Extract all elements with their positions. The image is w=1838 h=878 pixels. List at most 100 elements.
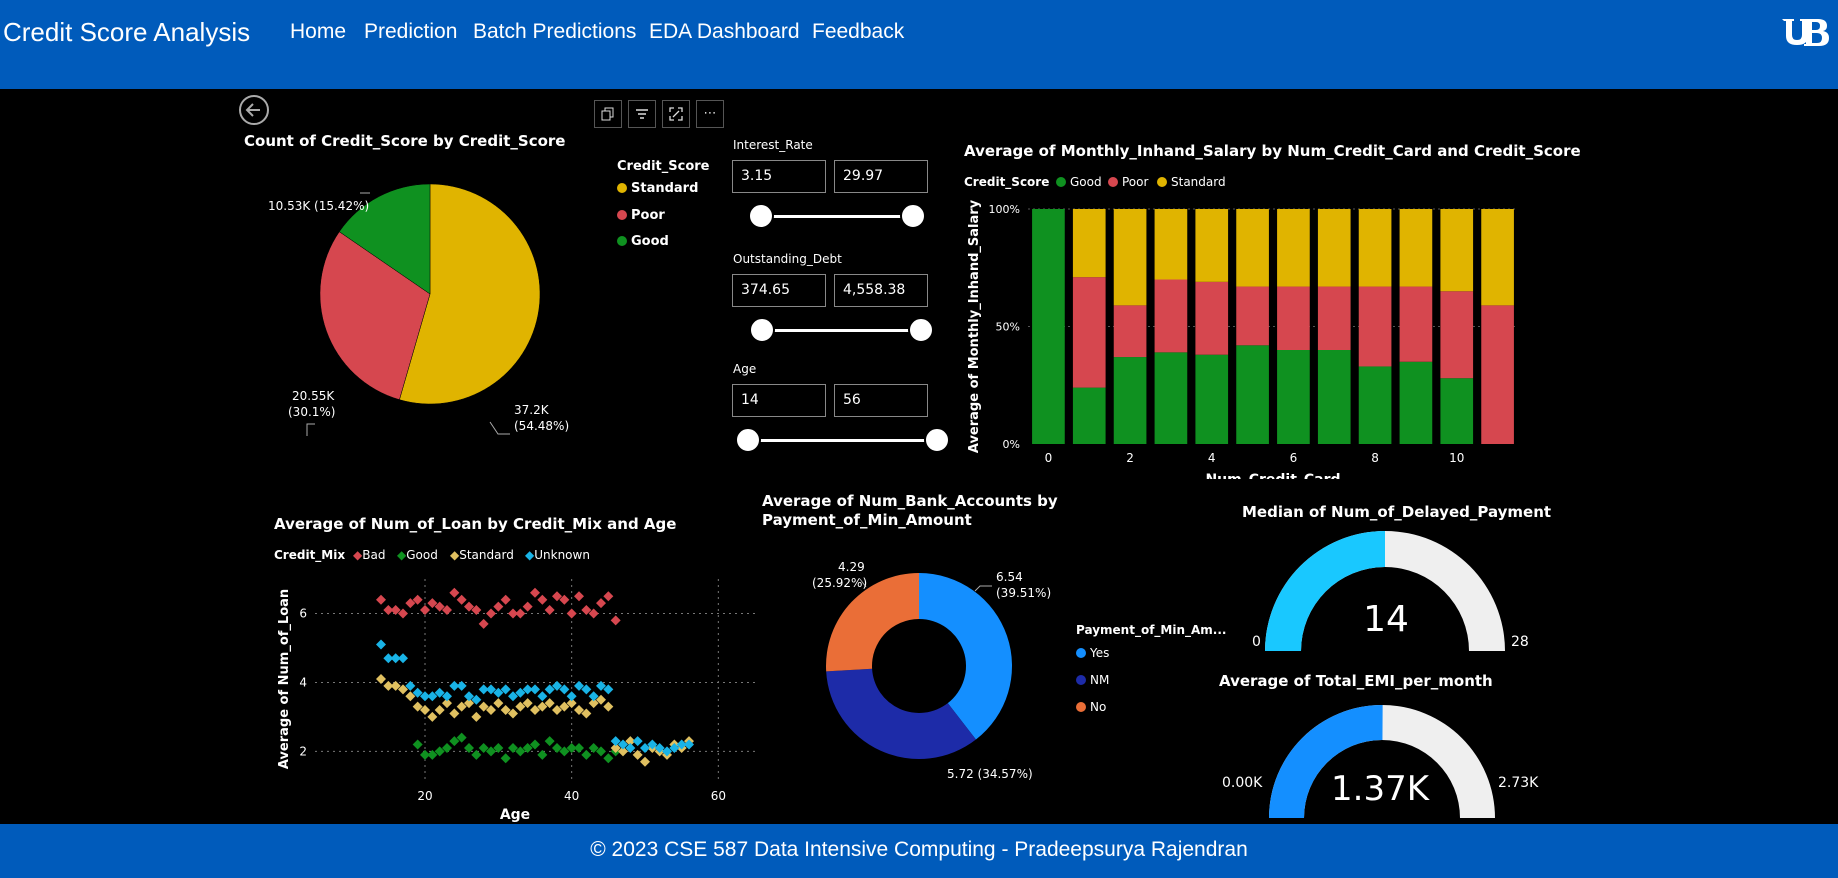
bar-segment-poor[interactable]	[1277, 286, 1310, 350]
bar-segment-standard[interactable]	[1236, 209, 1269, 287]
data-point-bad[interactable]	[420, 605, 430, 616]
data-point-bad[interactable]	[537, 594, 548, 605]
bar-segment-good[interactable]	[1236, 345, 1269, 444]
bar-segment-poor[interactable]	[1440, 291, 1474, 379]
data-point-bad[interactable]	[486, 608, 496, 619]
data-point-unknown[interactable]	[398, 653, 408, 664]
data-point-bad[interactable]	[610, 615, 621, 626]
copy-icon[interactable]	[594, 100, 622, 128]
data-point-good[interactable]	[603, 753, 614, 764]
nav-prediction[interactable]: Prediction	[364, 20, 457, 44]
data-point-standard[interactable]	[493, 698, 504, 709]
data-point-bad[interactable]	[456, 594, 467, 605]
slicer-interest-min-input[interactable]: 3.15	[732, 160, 826, 193]
data-point-standard[interactable]	[449, 708, 460, 719]
bar-segment-good[interactable]	[1358, 366, 1392, 444]
bar-segment-good[interactable]	[1072, 387, 1106, 444]
bar-segment-standard[interactable]	[1072, 209, 1106, 278]
bar-segment-good[interactable]	[1277, 350, 1310, 444]
nav-batch-predictions[interactable]: Batch Predictions	[473, 20, 636, 44]
nav-home[interactable]: Home	[290, 20, 346, 44]
slicer-age-track[interactable]	[748, 439, 938, 442]
data-point-bad[interactable]	[478, 618, 489, 629]
bar-segment-good[interactable]	[1399, 361, 1433, 444]
slicer-age-min-input[interactable]: 14	[732, 384, 826, 417]
data-point-unknown[interactable]	[632, 736, 643, 747]
data-point-bad[interactable]	[376, 594, 386, 605]
ub-logo-icon[interactable]	[1780, 16, 1832, 48]
data-point-standard[interactable]	[640, 756, 650, 767]
donut-legend-yes[interactable]: Yes	[1076, 646, 1109, 660]
data-point-standard[interactable]	[434, 705, 445, 716]
data-point-good[interactable]	[412, 739, 423, 750]
scatter-legend-good[interactable]: ◆Good	[397, 548, 438, 562]
bar-segment-poor[interactable]	[1195, 281, 1229, 355]
bar-segment-poor[interactable]	[1072, 277, 1106, 388]
bar-segment-standard[interactable]	[1317, 209, 1351, 287]
donut-legend-nm[interactable]: NM	[1076, 673, 1109, 687]
data-point-good[interactable]	[574, 742, 584, 753]
bar-segment-standard[interactable]	[1440, 209, 1474, 292]
bar-segment-good[interactable]	[1154, 352, 1188, 444]
more-options-icon[interactable]: ⋯	[696, 100, 724, 128]
bar-segment-poor[interactable]	[1399, 286, 1433, 362]
nav-eda-dashboard[interactable]: EDA Dashboard	[649, 20, 800, 44]
data-point-standard[interactable]	[427, 711, 438, 722]
bar-segment-poor[interactable]	[1317, 286, 1351, 350]
slicer-age-max-input[interactable]: 56	[834, 384, 928, 417]
slicer-interest-max-handle[interactable]	[900, 203, 926, 229]
pie-legend-poor[interactable]: Poor	[617, 208, 665, 223]
bar-segment-standard[interactable]	[1277, 209, 1310, 287]
bar-segment-standard[interactable]	[1358, 209, 1392, 287]
slicer-debt-max-input[interactable]: 4,558.38	[834, 274, 928, 307]
bar-segment-poor[interactable]	[1236, 286, 1269, 346]
bar-segment-poor[interactable]	[1154, 279, 1188, 353]
brand-title[interactable]: Credit Score Analysis	[3, 17, 250, 48]
data-point-bad[interactable]	[515, 608, 526, 619]
donut-legend-no[interactable]: No	[1076, 700, 1106, 714]
data-point-good[interactable]	[500, 753, 511, 764]
data-point-unknown[interactable]	[566, 691, 577, 702]
slicer-age-min-handle[interactable]	[735, 427, 761, 453]
data-point-bad[interactable]	[530, 587, 540, 598]
data-point-unknown[interactable]	[376, 639, 386, 650]
bar-segment-standard[interactable]	[1195, 209, 1229, 282]
pie-legend-standard[interactable]: Standard	[617, 181, 698, 196]
bar-segment-standard[interactable]	[1481, 209, 1514, 306]
bar-segment-good[interactable]	[1195, 354, 1229, 444]
data-point-unknown[interactable]	[530, 684, 540, 695]
slicer-age-max-handle[interactable]	[924, 427, 950, 453]
data-point-bad[interactable]	[596, 598, 606, 609]
bar-segment-poor[interactable]	[1481, 305, 1514, 444]
slicer-interest-max-input[interactable]: 29.97	[834, 160, 928, 193]
data-point-bad[interactable]	[566, 608, 577, 619]
data-point-bad[interactable]	[493, 601, 504, 612]
data-point-good[interactable]	[581, 749, 592, 760]
slicer-debt-min-input[interactable]: 374.65	[732, 274, 826, 307]
data-point-bad[interactable]	[544, 605, 555, 616]
data-point-bad[interactable]	[449, 587, 460, 598]
slicer-interest-track[interactable]	[762, 215, 914, 218]
slicer-interest-min-handle[interactable]	[748, 203, 774, 229]
bar-segment-poor[interactable]	[1113, 305, 1147, 358]
bar-legend-poor[interactable]: Poor	[1108, 175, 1148, 189]
data-point-bad[interactable]	[574, 591, 584, 602]
bar-legend-standard[interactable]: Standard	[1157, 175, 1226, 189]
scatter-legend-bad[interactable]: ◆Bad	[353, 548, 385, 562]
scatter-legend-standard[interactable]: ◆Standard	[450, 548, 514, 562]
data-point-bad[interactable]	[603, 591, 614, 602]
data-point-unknown[interactable]	[537, 691, 548, 702]
bar-segment-poor[interactable]	[1358, 286, 1392, 367]
bar-legend-good[interactable]: Good	[1056, 175, 1102, 189]
data-point-good[interactable]	[544, 736, 555, 747]
slicer-debt-track[interactable]	[762, 329, 922, 332]
slicer-debt-max-handle[interactable]	[908, 317, 934, 343]
data-point-standard[interactable]	[603, 701, 614, 712]
focus-mode-icon[interactable]	[662, 100, 690, 128]
data-point-standard[interactable]	[376, 674, 386, 684]
bar-segment-standard[interactable]	[1154, 209, 1188, 280]
bar-segment-good[interactable]	[1317, 350, 1351, 444]
bar-segment-standard[interactable]	[1113, 209, 1147, 306]
data-point-standard[interactable]	[471, 711, 482, 722]
slicer-debt-min-handle[interactable]	[749, 317, 775, 343]
